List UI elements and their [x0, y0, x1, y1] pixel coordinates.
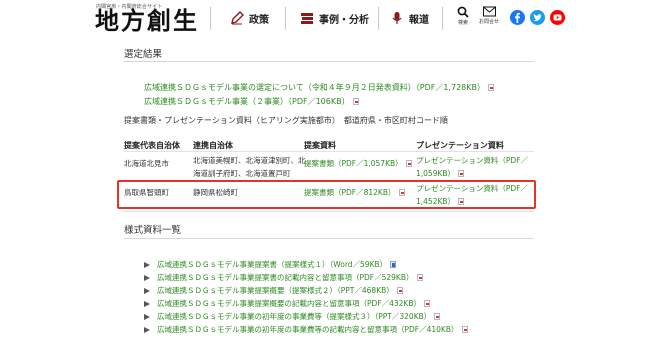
pdf-file-icon — [396, 287, 403, 294]
section-heading-forms: 様式資料一覧 — [124, 225, 182, 236]
link-text[interactable]: 広域連携ＳＤＧｓモデル事業提案書（提案様式１）（Word／59KB） — [157, 259, 387, 270]
table-cell-partners: 北海道美幌町、北海道津別町、北 海道訓子府町、北海道置戸町 — [193, 154, 306, 180]
link-text[interactable]: 広域連携ＳＤＧｓモデル事業（２事業）（PDF／106KB） — [144, 96, 350, 107]
nav-item-policy[interactable]: 政策 — [230, 9, 269, 27]
triangle-bullet-icon — [144, 300, 150, 307]
presentation-link[interactable]: プレゼンテーション資料（PDF／ 1,059KB） — [416, 154, 528, 180]
nav-item-press[interactable]: 報道 — [390, 9, 429, 27]
form-download-link[interactable]: 広域連携ＳＤＧｓモデル事業提案書の記載内容と留意事項（PDF／529KB） — [144, 272, 423, 283]
form-download-link[interactable]: 広域連携ＳＤＧｓモデル事業提案書（提案様式１）（Word／59KB） — [144, 259, 397, 270]
nav-divider — [378, 7, 379, 30]
nav-item-cases[interactable]: 事例・分析 — [300, 9, 369, 27]
nav-item-label: 報道 — [409, 14, 429, 26]
form-download-link[interactable]: 広域連携ＳＤＧｓモデル事業提案概要の記載内容と留意事項（PDF／432KB） — [144, 298, 430, 309]
pdf-file-icon — [405, 160, 412, 167]
column-header-lead: 提案代表自治体 — [124, 141, 180, 150]
form-download-link[interactable]: 広域連携ＳＤＧｓモデル事業の初年度の事業費等の記載内容と留意事項（PDF／410… — [144, 324, 468, 335]
books-icon — [300, 11, 314, 25]
link-text[interactable]: 広域連携ＳＤＧｓモデル事業の選定について（令和４年９月２日発表資料）（PDF／1… — [144, 82, 485, 93]
nav-divider — [285, 7, 286, 30]
partners-line: 北海道美幌町、北海道津別町、北 — [193, 156, 306, 165]
link-text[interactable]: 広域連携ＳＤＧｓモデル事業提案概要の記載内容と留意事項（PDF／432KB） — [157, 298, 421, 309]
column-header-partners: 連携自治体 — [193, 141, 233, 150]
download-link[interactable]: 広域連携ＳＤＧｓモデル事業の選定について（令和４年９月２日発表資料）（PDF／1… — [144, 82, 494, 93]
section-divider — [124, 238, 534, 239]
contact-label: お問合せ — [478, 19, 499, 25]
word-file-icon — [390, 261, 397, 268]
pdf-file-icon — [434, 313, 441, 320]
partners-line: 海道訓子府町、北海道置戸町 — [193, 169, 291, 178]
link-line[interactable]: 1,059KB） — [416, 167, 528, 180]
triangle-bullet-icon — [144, 326, 150, 333]
pdf-file-icon — [424, 300, 430, 307]
contact-button[interactable]: お問合せ — [478, 6, 500, 25]
section-divider — [124, 61, 534, 62]
nav-divider — [442, 7, 443, 30]
nav-item-label: 事例・分析 — [319, 14, 369, 26]
search-button[interactable]: 検索 — [452, 6, 474, 26]
mail-icon — [478, 6, 500, 17]
pdf-file-icon — [458, 170, 465, 177]
table-cell-lead: 北海道北見市 — [124, 159, 169, 168]
triangle-bullet-icon — [144, 274, 150, 281]
link-text[interactable]: 提案書類（PDF／1,057KB） — [304, 157, 403, 170]
triangle-bullet-icon — [144, 287, 150, 294]
pdf-file-icon — [352, 98, 359, 105]
pencil-icon — [230, 11, 244, 25]
link-text[interactable]: 広域連携ＳＤＧｓモデル事業提案概要（提案様式２）（PPT／468KB） — [157, 285, 394, 296]
documents-subheading: 提案書類・プレゼンテーション資料（ヒアリング実施都市） 都道府県・市区町村コード… — [124, 116, 448, 125]
nav-item-label: 政策 — [249, 14, 269, 26]
proposal-link[interactable]: 提案書類（PDF／1,057KB） — [304, 157, 412, 170]
pdf-file-icon — [416, 274, 423, 281]
site-logo[interactable]: 地方創生 — [95, 7, 199, 35]
twitter-icon[interactable] — [530, 10, 545, 25]
pdf-file-icon — [487, 84, 494, 91]
column-header-presentation: プレゼンテーション資料 — [416, 141, 504, 150]
table-divider — [124, 151, 534, 152]
row-highlight-box — [117, 180, 536, 209]
download-link[interactable]: 広域連携ＳＤＧｓモデル事業（２事業）（PDF／106KB） — [144, 96, 359, 107]
site-header: 内閣官房・内閣府総合サイト 地方創生 政策 事例・分析 報道 検索 お問合せ — [0, 0, 650, 38]
form-download-link[interactable]: 広域連携ＳＤＧｓモデル事業提案概要（提案様式２）（PPT／468KB） — [144, 285, 403, 296]
column-header-proposal: 提案資料 — [304, 141, 336, 150]
link-text[interactable]: 広域連携ＳＤＧｓモデル事業提案書の記載内容と留意事項（PDF／529KB） — [157, 272, 414, 283]
nav-divider — [210, 7, 211, 30]
link-text[interactable]: 1,059KB） — [416, 167, 455, 180]
triangle-bullet-icon — [144, 313, 150, 320]
section-heading-selection: 選定結果 — [124, 49, 163, 60]
search-icon — [452, 6, 474, 18]
link-text[interactable]: 広域連携ＳＤＧｓモデル事業の初年度の事業費等（提案様式３）（PPT／320KB） — [157, 311, 431, 322]
link-text[interactable]: 広域連携ＳＤＧｓモデル事業の初年度の事業費等の記載内容と留意事項（PDF／410… — [157, 324, 459, 335]
microphone-icon — [390, 11, 404, 25]
youtube-icon[interactable] — [550, 10, 565, 25]
triangle-bullet-icon — [144, 261, 150, 268]
search-label: 検索 — [457, 20, 468, 26]
form-download-link[interactable]: 広域連携ＳＤＧｓモデル事業の初年度の事業費等（提案様式３）（PPT／320KB） — [144, 311, 441, 322]
table-divider — [124, 211, 534, 212]
link-text[interactable]: プレゼンテーション資料（PDF／ — [416, 154, 528, 167]
facebook-icon[interactable] — [510, 10, 525, 25]
pdf-file-icon — [461, 326, 468, 333]
